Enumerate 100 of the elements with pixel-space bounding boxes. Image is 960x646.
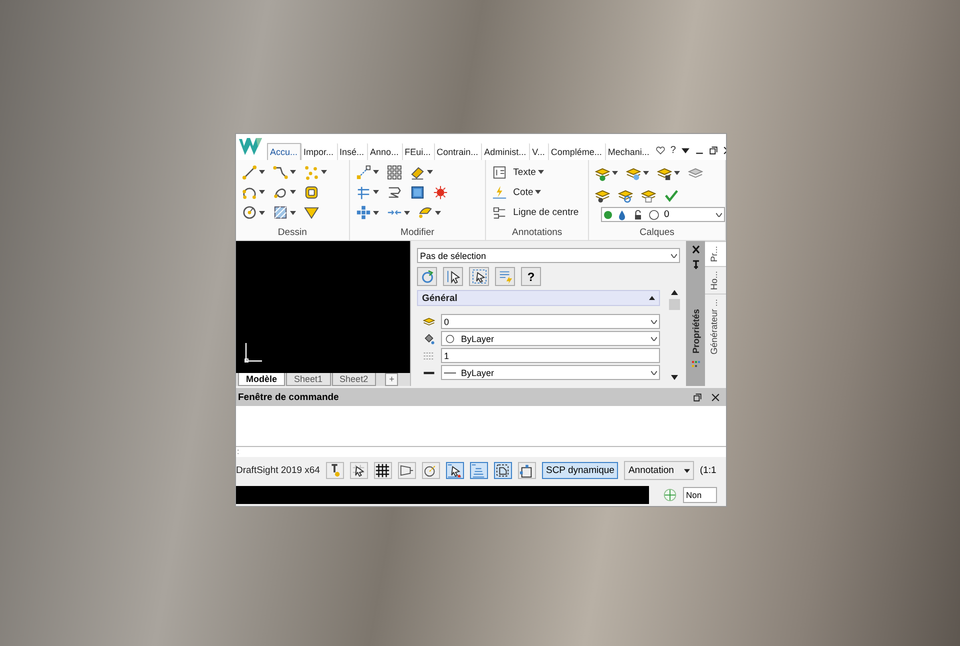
panel-title: Annotations — [511, 226, 564, 240]
grid-icon — [386, 164, 402, 180]
circle-icon — [648, 208, 660, 220]
status-toggle[interactable] — [518, 462, 536, 479]
circle-icon — [242, 205, 257, 220]
layer-search-icon — [618, 188, 634, 202]
status-toggle[interactable] — [494, 462, 512, 479]
points-icon — [304, 164, 319, 180]
sheet-tab[interactable]: Sheet2 — [332, 373, 376, 386]
triangle-icon — [304, 205, 319, 220]
scroll-up-icon[interactable] — [670, 290, 678, 295]
scroll-thumb[interactable] — [668, 299, 680, 310]
paint-bucket-icon — [423, 332, 435, 344]
axis-icon — [244, 341, 264, 363]
selection-dropdown[interactable]: Pas de sélection — [417, 248, 680, 263]
toolbar-button[interactable] — [469, 267, 489, 286]
chevron-icon — [651, 336, 657, 340]
help-button[interactable]: ? — [670, 145, 676, 156]
app-version-label: DraftSight 2019 x64 — [236, 465, 320, 476]
ortho-icon — [399, 463, 414, 478]
caret-icon — [321, 170, 327, 174]
property-field[interactable]: 1 — [441, 348, 660, 363]
restore-icon[interactable] — [708, 146, 718, 155]
layer-name: 0 — [664, 209, 670, 220]
caret-icon — [290, 170, 296, 174]
caret-icon — [643, 171, 650, 175]
layers-icon — [688, 166, 704, 180]
stretch-icon — [418, 205, 433, 220]
annotation-tool[interactable]: Ligne de centre — [490, 202, 583, 223]
scroll-down-icon[interactable] — [670, 375, 678, 380]
caret-icon — [259, 210, 265, 215]
ribbon-tab[interactable]: Accu... — [267, 143, 301, 160]
circle-icon — [444, 332, 456, 344]
polyline-icon — [273, 164, 288, 180]
caret-icon — [259, 170, 265, 174]
frame-handle-icon — [519, 463, 534, 478]
annotation-dropdown[interactable]: Annotation — [624, 461, 694, 480]
checkmark-icon — [664, 188, 680, 202]
dashed-lines-icon — [423, 350, 435, 362]
caret-icon — [372, 170, 379, 174]
panel-title: Calques — [638, 226, 676, 240]
status-toggle[interactable] — [446, 462, 464, 479]
dropdown-triangle-icon — [684, 468, 690, 472]
grid-cursor-icon — [351, 463, 366, 478]
scrollbar[interactable] — [668, 290, 680, 380]
caret-icon — [290, 210, 296, 215]
caret-icon — [538, 170, 544, 174]
help-button[interactable]: ? — [521, 267, 541, 286]
annotation-tool[interactable]: Texte — [490, 162, 548, 182]
caret-icon — [612, 171, 618, 175]
move-icon — [356, 164, 371, 180]
cross-blocks-icon — [356, 205, 371, 220]
command-prompt[interactable]: : — [236, 447, 726, 457]
property-field[interactable]: ByLayer — [441, 331, 660, 346]
property-field[interactable]: 0 — [441, 314, 660, 329]
property-field[interactable]: ByLayer — [441, 365, 660, 380]
dynamic-ucs-toggle[interactable]: SCP dynamique — [542, 462, 618, 479]
status-toggle[interactable] — [350, 462, 368, 479]
add-sheet-button[interactable]: + — [385, 373, 398, 386]
pin-icon[interactable] — [692, 260, 700, 269]
restore-icon[interactable] — [693, 392, 702, 402]
list-lightning-icon — [498, 269, 512, 284]
side-tab[interactable]: Pr... — [705, 241, 726, 266]
text-frame-icon — [492, 164, 508, 180]
status-toggle[interactable] — [422, 462, 440, 479]
dimension-icon — [492, 184, 508, 200]
burst-icon — [432, 184, 448, 200]
coordinate-field[interactable]: Non — [683, 487, 717, 503]
annotation-tool[interactable]: Cote — [490, 182, 546, 202]
snap-cursor-icon — [447, 463, 462, 478]
sheet-tab[interactable]: Sheet1 — [286, 373, 331, 386]
grid-icon — [375, 463, 390, 478]
heart-icon[interactable] — [656, 146, 666, 155]
side-tab[interactable]: Générateur ... — [705, 294, 726, 359]
status-toggle[interactable] — [398, 462, 416, 479]
caret-icon — [674, 171, 680, 175]
chevron-icon — [651, 370, 657, 374]
cursor-icon — [446, 269, 460, 284]
caret-icon — [372, 190, 379, 194]
centerline-icon — [492, 205, 508, 220]
close-icon[interactable] — [692, 245, 700, 254]
trim-icon — [356, 184, 371, 200]
layer-settings-icon — [626, 166, 642, 180]
chevron-icon — [671, 254, 677, 258]
dropdown-triangle-icon[interactable] — [680, 146, 690, 155]
caret-icon — [404, 210, 410, 215]
sheet-tab[interactable]: Modèle — [238, 373, 286, 386]
section-header[interactable]: Général — [417, 290, 660, 306]
side-tab[interactable]: Ho... — [705, 266, 726, 294]
status-toggle[interactable] — [326, 462, 344, 479]
offset-icon — [386, 184, 402, 200]
status-toggle[interactable] — [374, 462, 392, 479]
hatch-icon — [273, 205, 288, 220]
toolbar-button[interactable] — [443, 267, 463, 286]
status-toggle[interactable] — [470, 462, 488, 479]
close-icon[interactable] — [711, 392, 720, 402]
layer-sheet-icon — [641, 188, 656, 202]
crosshair-circle-icon[interactable] — [663, 488, 677, 502]
layer-dropdown[interactable]: 0 — [601, 207, 726, 222]
caret-icon — [372, 210, 379, 215]
